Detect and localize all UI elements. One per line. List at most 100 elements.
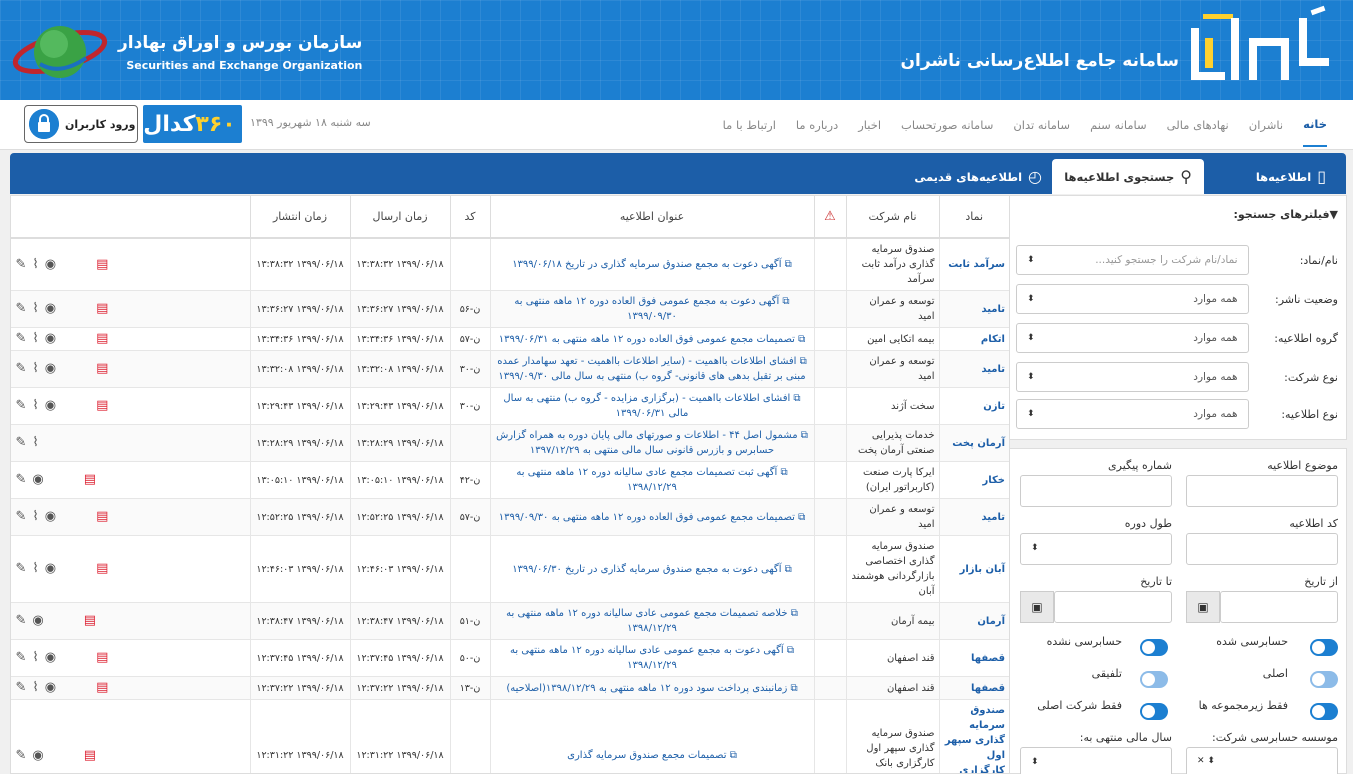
only-main-toggle[interactable] — [1140, 703, 1168, 720]
attachment-icon[interactable]: ⌇ — [32, 435, 38, 450]
comment-icon[interactable]: ✎ — [16, 613, 27, 628]
comment-icon[interactable]: ✎ — [16, 398, 27, 413]
row-symbol[interactable]: تامید — [938, 350, 1009, 388]
attachment-icon[interactable]: ⌇ — [32, 257, 38, 272]
from-date-input[interactable] — [1220, 591, 1338, 623]
comment-icon[interactable]: ✎ — [16, 748, 27, 763]
view-icon[interactable]: ◉ — [45, 331, 56, 346]
nav-item-news[interactable]: اخبار — [858, 118, 881, 132]
nav-item-invoice[interactable]: سامانه صورتحساب — [901, 118, 993, 132]
table-row[interactable]: تازن سخت آژند ⧉ افشای اطلاعات بااهمیت - (ب… — [11, 387, 1009, 425]
consolidated-toggle[interactable] — [1140, 671, 1168, 688]
seo-brand[interactable]: سازمان بورس و اوراق بهادار Securities an… — [10, 18, 362, 86]
subject-input[interactable] — [1186, 475, 1338, 507]
comment-icon[interactable]: ✎ — [16, 435, 27, 450]
pdf-icon[interactable]: ▤ — [96, 301, 108, 316]
table-row[interactable]: قصفها قند اصفهان ⧉ آگهی دعوت به مجمع عمومی… — [11, 639, 1009, 677]
clear-icon[interactable]: ⬍ ✕ — [1197, 756, 1215, 766]
letter-type-select[interactable]: همه موارد ⬍ — [1016, 399, 1249, 429]
attachment-icon[interactable]: ⌇ — [32, 680, 38, 695]
col-symbol[interactable]: نماد — [938, 196, 1009, 239]
col-sent[interactable]: زمان ارسال — [349, 196, 450, 239]
pdf-icon[interactable]: ▤ — [96, 509, 108, 524]
comment-icon[interactable]: ✎ — [16, 301, 27, 316]
row-title[interactable]: ⧉ آگهی دعوت به مجمع صندوق سرمایه گذاری د… — [489, 238, 814, 291]
table-row[interactable]: آبان بازار صندوق سرمایه گذاری اختصاصی باز… — [11, 535, 1009, 603]
row-symbol[interactable]: آرمان پخت — [938, 424, 1009, 462]
only-sub-toggle[interactable] — [1310, 703, 1338, 720]
nav-item-publishers[interactable]: ناشران — [1249, 118, 1283, 132]
pdf-icon[interactable]: ▤ — [96, 361, 108, 376]
table-row[interactable]: صندوق سرمایه گذاری سپهر اول کارگزاری بان… — [11, 699, 1009, 773]
codal360-button[interactable]: کدال ۳۶۰ — [143, 105, 242, 143]
nav-item-contact[interactable]: ارتباط با ما — [723, 118, 776, 132]
comment-icon[interactable]: ✎ — [16, 472, 27, 487]
row-title[interactable]: ⧉ مشمول اصل ۴۴ - اطلاعات و صورتهای مالی … — [489, 424, 814, 462]
period-select[interactable]: ⬍ — [1020, 533, 1172, 565]
row-title[interactable]: ⧉ آگهی دعوت به مجمع عمومی فوق العاده دور… — [489, 290, 814, 328]
comment-icon[interactable]: ✎ — [16, 650, 27, 665]
tab-search-letters[interactable]: ⚲ جستجوی اطلاعیه‌ها — [1052, 159, 1204, 194]
view-icon[interactable]: ◉ — [32, 613, 43, 628]
attachment-icon[interactable]: ⌇ — [32, 331, 38, 346]
pdf-icon[interactable]: ▤ — [96, 650, 108, 665]
col-published[interactable]: زمان انتشار — [249, 196, 350, 239]
view-icon[interactable]: ◉ — [45, 398, 56, 413]
row-title[interactable]: ⧉ تصمیمات مجمع عمومی فوق العاده دوره ۱۲ … — [489, 498, 814, 536]
comment-icon[interactable]: ✎ — [16, 509, 27, 524]
nav-item-sanam[interactable]: سامانه سنم — [1090, 118, 1147, 132]
publisher-status-select[interactable]: همه موارد ⬍ — [1016, 284, 1249, 314]
to-date-input[interactable] — [1054, 591, 1172, 623]
table-row[interactable]: تامید توسعه و عمران امید ⧉ آگهی دعوت به مج… — [11, 290, 1009, 328]
pdf-icon[interactable]: ▤ — [96, 680, 108, 695]
letter-code-input[interactable] — [1186, 533, 1338, 565]
attachment-icon[interactable]: ⌇ — [32, 561, 38, 576]
fiscal-year-select[interactable]: ⬍ — [1020, 747, 1172, 774]
view-icon[interactable]: ◉ — [45, 680, 56, 695]
row-title[interactable]: ⧉ افشای اطلاعات بااهمیت - (سایر اطلاعات … — [489, 350, 814, 388]
row-symbol[interactable]: قصفها — [938, 639, 1009, 677]
row-symbol[interactable]: قصفها — [938, 676, 1009, 700]
table-row[interactable]: تامید توسعه و عمران امید ⧉ افشای اطلاعات ب… — [11, 350, 1009, 388]
table-row[interactable]: آرمان پخت خدمات پذیرایی صنعتی آرمان پخت ⧉ … — [11, 424, 1009, 462]
company-type-select[interactable]: همه موارد ⬍ — [1016, 362, 1249, 392]
comment-icon[interactable]: ✎ — [16, 331, 27, 346]
pdf-icon[interactable]: ▤ — [84, 472, 96, 487]
calendar-icon[interactable]: ▣ — [1020, 591, 1054, 623]
row-title[interactable]: ⧉ آگهی دعوت به مجمع عمومی عادی سالیانه د… — [489, 639, 814, 677]
attachment-icon[interactable]: ⌇ — [32, 398, 38, 413]
view-icon[interactable]: ◉ — [45, 301, 56, 316]
table-row[interactable]: قصفها قند اصفهان ⧉ زمانبندی پرداخت سود دور… — [11, 676, 1009, 700]
row-title[interactable]: ⧉ تصمیمات مجمع عمومی فوق العاده دوره ۱۲ … — [489, 327, 814, 351]
row-symbol[interactable]: خکار — [938, 461, 1009, 499]
login-button[interactable]: ورود کاربران — [24, 105, 138, 143]
view-icon[interactable]: ◉ — [45, 561, 56, 576]
codal-brand[interactable]: سامانه جامع اطلاع‌رسانی ناشران — [901, 5, 1331, 84]
row-symbol[interactable]: تازن — [938, 387, 1009, 425]
row-symbol[interactable]: آرمان — [938, 602, 1009, 640]
nav-item-home[interactable]: خانه — [1303, 117, 1327, 147]
tab-old-letters[interactable]: ◴ اطلاعیه‌های قدیمی — [914, 159, 1042, 194]
not-audited-toggle[interactable] — [1140, 639, 1168, 656]
table-row[interactable]: آرمان بیمه آرمان ⧉ خلاصه تصمیمات مجمع عموم… — [11, 602, 1009, 640]
view-icon[interactable]: ◉ — [32, 472, 43, 487]
comment-icon[interactable]: ✎ — [16, 361, 27, 376]
row-title[interactable]: ⧉ خلاصه تصمیمات مجمع عمومی عادی سالیانه … — [489, 602, 814, 640]
row-symbol[interactable]: تامید — [938, 498, 1009, 536]
view-icon[interactable]: ◉ — [45, 650, 56, 665]
pdf-icon[interactable]: ▤ — [96, 331, 108, 346]
view-icon[interactable]: ◉ — [45, 361, 56, 376]
table-row[interactable]: خکار ایرکا پارت صنعت (کاربراتور ایران) ⧉ آ… — [11, 461, 1009, 499]
row-symbol[interactable]: سرآمد ثابت — [938, 238, 1009, 291]
row-symbol[interactable]: صندوق سرمایه گذاری سپهر اول کارگزاری بان… — [938, 699, 1009, 773]
table-row[interactable]: تامید توسعه و عمران امید ⧉ تصمیمات مجمع عم… — [11, 498, 1009, 536]
row-title[interactable]: ⧉ آگهی ثبت تصمیمات مجمع عادی سالیانه دور… — [489, 461, 814, 499]
row-title[interactable]: ⧉ افشای اطلاعات بااهمیت - (برگزاری مزاید… — [489, 387, 814, 425]
view-icon[interactable]: ◉ — [45, 257, 56, 272]
row-symbol[interactable]: آبان بازار — [938, 535, 1009, 603]
pdf-icon[interactable]: ▤ — [96, 398, 108, 413]
col-code[interactable]: کد — [449, 196, 490, 239]
nav-item-about[interactable]: درباره ما — [796, 118, 838, 132]
tracking-input[interactable] — [1020, 475, 1172, 507]
pdf-icon[interactable]: ▤ — [84, 748, 96, 763]
